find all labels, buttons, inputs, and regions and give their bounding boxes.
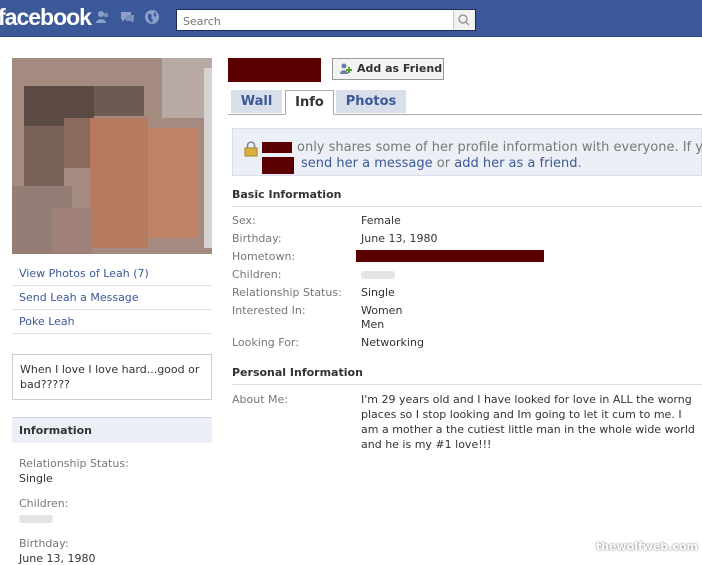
add-friend-label: Add as Friend [357, 62, 443, 75]
profile-tabs: Wall Info Photos [228, 90, 702, 115]
basic-info-value: Networking [361, 336, 424, 349]
basic-info-value: Men [361, 318, 385, 331]
name-redacted [262, 157, 294, 174]
notice-line-2: send her a message or add her as a frien… [301, 156, 582, 171]
tab-info[interactable]: Info [285, 90, 334, 115]
basic-info-label: Birthday: [232, 232, 282, 245]
basic-info-label: Sex: [232, 214, 256, 227]
search-icon [458, 14, 470, 26]
search-box[interactable] [176, 9, 476, 31]
messages-icon[interactable] [118, 9, 136, 27]
notice-or: or [436, 156, 451, 171]
top-bar: facebook [0, 0, 702, 37]
profile-name-redacted [228, 58, 321, 82]
send-message-link[interactable]: Send Leah a Message [12, 286, 212, 310]
notifications-globe-icon[interactable] [143, 9, 161, 27]
basic-info-value: Single [361, 286, 395, 299]
basic-info-value: June 13, 1980 [361, 232, 438, 245]
tab-wall[interactable]: Wall [231, 90, 282, 113]
hometown-redacted [356, 250, 544, 262]
view-photos-link[interactable]: View Photos of Leah (7) [12, 262, 212, 286]
poke-link[interactable]: Poke Leah [12, 310, 212, 334]
basic-info-label: Children: [232, 268, 282, 281]
info-label: Children: [19, 497, 69, 510]
about-me-label: About Me: [232, 393, 288, 406]
add-friend-icon [339, 62, 353, 76]
basic-info-value: Female [361, 214, 401, 227]
personal-info-title: Personal Information [232, 366, 702, 385]
about-me-text: I'm 29 years old and I have looked for l… [361, 393, 695, 451]
info-value: June 13, 1980 [19, 552, 96, 565]
basic-info-label: Relationship Status: [232, 286, 342, 299]
basic-info-value: Women [361, 304, 403, 317]
lock-icon [244, 141, 258, 157]
basic-info-title: Basic Information [232, 188, 702, 207]
notice-line-1: only shares some of her profile informat… [297, 140, 702, 155]
info-label: Birthday: [19, 537, 69, 550]
basic-info-label: Hometown: [232, 250, 296, 263]
notice-period: . [577, 156, 582, 171]
status-update: When I love I love hard...good or bad???… [12, 354, 212, 400]
children-value-blurred [361, 267, 395, 282]
privacy-notice: only shares some of her profile informat… [232, 128, 702, 176]
left-column: View Photos of Leah (7) Send Leah a Mess… [12, 58, 212, 565]
information-box-title: Information [12, 417, 212, 443]
info-value: Single [19, 472, 53, 485]
watermark: thewolfweb.com [595, 540, 698, 553]
name-redacted [262, 142, 292, 153]
search-button[interactable] [453, 10, 475, 30]
add-friend-link[interactable]: add her as a friend [454, 156, 577, 171]
add-friend-button[interactable]: Add as Friend [332, 58, 444, 80]
profile-picture[interactable] [12, 58, 212, 254]
basic-info-label: Interested In: [232, 304, 306, 317]
tab-photos[interactable]: Photos [336, 90, 406, 113]
info-label: Relationship Status: [19, 457, 129, 470]
search-input[interactable] [181, 11, 455, 31]
send-message-link[interactable]: send her a message [301, 156, 433, 171]
info-value-blurred [12, 510, 212, 525]
basic-info-label: Looking For: [232, 336, 299, 349]
friends-icon[interactable] [94, 9, 112, 27]
facebook-logo[interactable]: facebook [0, 4, 92, 31]
